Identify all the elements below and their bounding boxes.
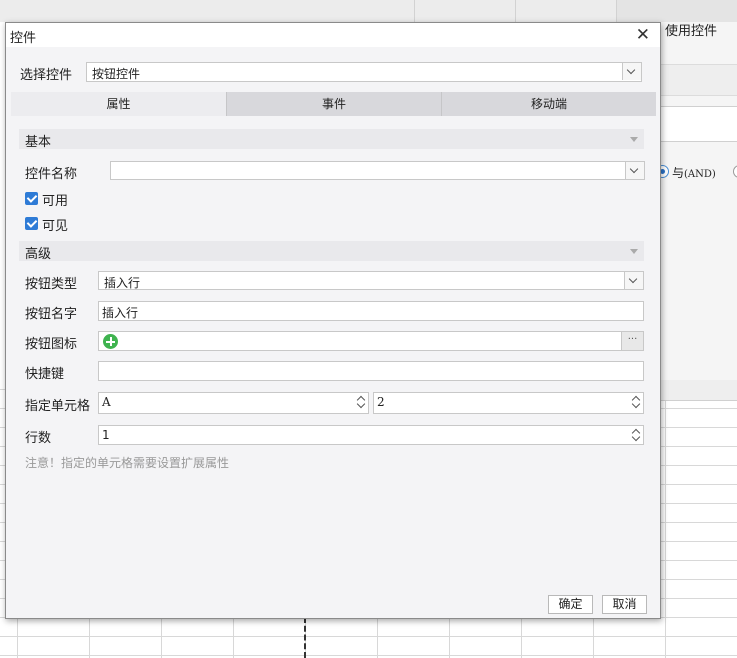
background-panel-strip — [660, 64, 737, 96]
toolbar-segment — [516, 0, 617, 22]
advanced-section-label: 高级 — [25, 247, 52, 262]
dialog-titlebar: 控件 ✕ — [6, 23, 660, 47]
dialog-title: 控件 — [10, 31, 37, 46]
button-icon-field[interactable]: ··· — [98, 331, 644, 351]
row-count-input[interactable]: 1 — [98, 425, 644, 445]
page-break-line — [304, 617, 306, 658]
grid-header-strip — [660, 380, 737, 401]
use-widget-label: 使用控件 — [665, 24, 718, 39]
select-widget-value: 按钮控件 — [92, 67, 141, 81]
plus-circle-icon — [103, 334, 118, 349]
button-type-label: 按钮类型 — [25, 277, 78, 292]
close-icon[interactable]: ✕ — [636, 25, 650, 45]
cell-label: 指定单元格 — [25, 399, 91, 414]
row-count-spinner[interactable] — [630, 426, 643, 444]
button-type-dropdown[interactable]: 插入行 — [98, 271, 644, 290]
background-input-box — [660, 106, 737, 142]
dialog-tabs: 属性 事件 移动端 — [11, 92, 656, 116]
widget-name-label: 控件名称 — [25, 167, 78, 182]
row-count-label: 行数 — [25, 431, 52, 446]
cancel-button[interactable]: 取消 — [602, 595, 647, 614]
and-label-text: 与 — [672, 166, 685, 180]
tab-events[interactable]: 事件 — [226, 92, 441, 116]
cell-row-input[interactable]: 2 — [373, 392, 644, 414]
shortcut-input[interactable] — [98, 361, 644, 381]
button-name-value: 插入行 — [102, 306, 139, 320]
chevron-down-icon — [622, 63, 641, 80]
collapse-triangle-icon — [630, 137, 638, 142]
row-count-value: 1 — [102, 428, 110, 442]
button-type-value: 插入行 — [104, 276, 141, 290]
button-name-input[interactable]: 插入行 — [98, 301, 644, 321]
advanced-section-header[interactable]: 高级 — [19, 241, 644, 262]
ok-button[interactable]: 确定 — [548, 595, 593, 614]
and-label-suffix: (AND) — [684, 169, 716, 180]
visible-checkbox[interactable] — [25, 217, 38, 230]
enabled-label: 可用 — [42, 194, 69, 209]
toolbar-segment — [0, 0, 415, 22]
widget-name-dropdown[interactable] — [110, 161, 645, 180]
cell-column-value: A — [102, 395, 111, 409]
toolbar-segment — [415, 0, 516, 22]
button-icon-label: 按钮图标 — [25, 337, 78, 352]
select-widget-label: 选择控件 — [20, 68, 73, 83]
select-widget-dropdown[interactable]: 按钮控件 — [86, 62, 642, 82]
enabled-checkbox[interactable] — [25, 192, 38, 205]
browse-icon-button[interactable]: ··· — [621, 332, 643, 350]
button-name-label: 按钮名字 — [25, 307, 78, 322]
collapse-triangle-icon — [630, 249, 638, 254]
tab-mobile[interactable]: 移动端 — [441, 92, 656, 116]
shortcut-label: 快捷键 — [25, 367, 65, 382]
basic-section-header[interactable]: 基本 — [19, 129, 644, 150]
column-spinner[interactable] — [355, 393, 368, 411]
chevron-down-icon — [625, 162, 644, 179]
tab-properties[interactable]: 属性 — [11, 92, 226, 116]
row-spinner[interactable] — [630, 393, 643, 411]
background-toolbar — [0, 0, 737, 22]
visible-label: 可见 — [42, 219, 69, 234]
extend-attribute-note: 注意！指定的单元格需要设置扩展属性 — [25, 456, 230, 470]
widget-dialog: 控件 ✕ 选择控件 按钮控件 属性 事件 移动端 基本 控件名称 可用 可见 高… — [5, 22, 661, 619]
basic-section-label: 基本 — [25, 135, 52, 150]
chevron-down-icon — [624, 272, 643, 289]
and-radio-label: 与(AND) — [672, 164, 716, 181]
cell-row-value: 2 — [377, 395, 385, 409]
cell-column-input[interactable]: A — [98, 392, 369, 414]
